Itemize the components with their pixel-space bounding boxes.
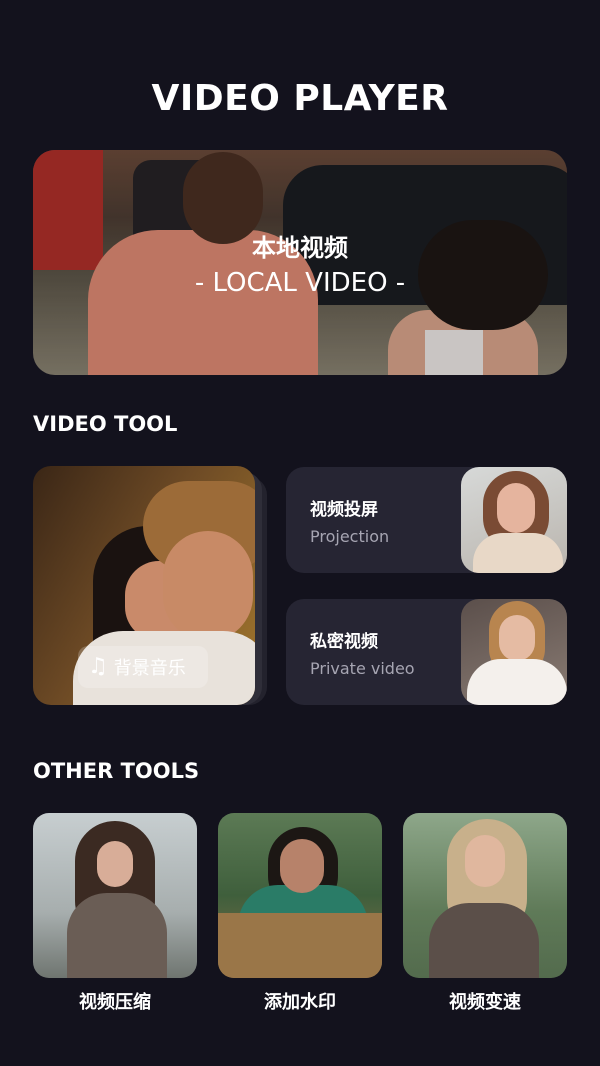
video-speed-label[interactable]: 视频变速: [403, 988, 567, 1014]
local-video-title-cn: 本地视频: [252, 234, 348, 262]
projection-photo-body: [473, 533, 563, 573]
watermark-photo-fence: [218, 913, 382, 978]
app-title: VIDEO PLAYER: [151, 78, 449, 119]
add-watermark-label[interactable]: 添加水印: [218, 988, 382, 1014]
background-music-card[interactable]: ♫ 背景音乐: [33, 466, 255, 705]
video-speed-tile[interactable]: [403, 813, 567, 978]
add-watermark-tile[interactable]: [218, 813, 382, 978]
private-photo-face: [499, 615, 535, 661]
speed-photo-body: [429, 903, 539, 978]
video-compress-label[interactable]: 视频压缩: [33, 988, 197, 1014]
private-video-title: 私密视频: [310, 632, 378, 652]
local-video-banner[interactable]: 本地视频 - LOCAL VIDEO -: [33, 150, 567, 375]
compress-photo-coat: [67, 893, 167, 978]
music-note-icon: ♫: [88, 654, 108, 679]
speed-photo-face: [465, 835, 505, 887]
projection-thumbnail: [461, 467, 567, 573]
compress-photo-face: [97, 841, 133, 887]
private-video-thumbnail: [461, 599, 567, 705]
private-video-subtitle: Private video: [310, 659, 415, 678]
background-music-chip[interactable]: ♫ 背景音乐: [78, 646, 208, 688]
local-video-title-en: - LOCAL VIDEO -: [194, 268, 406, 298]
private-video-card[interactable]: 私密视频 Private video: [286, 599, 567, 705]
video-compress-tile[interactable]: [33, 813, 197, 978]
projection-title: 视频投屏: [310, 500, 378, 520]
private-photo-body: [467, 659, 567, 705]
projection-card[interactable]: 视频投屏 Projection: [286, 467, 567, 573]
background-music-label: 背景音乐: [113, 658, 186, 679]
video-tool-heading: VIDEO TOOL: [33, 412, 178, 436]
projection-photo-face: [497, 483, 535, 533]
other-tools-heading: OTHER TOOLS: [33, 759, 200, 783]
bgm-photo-man-face: [163, 531, 253, 641]
watermark-photo-face: [280, 839, 324, 893]
projection-subtitle: Projection: [310, 527, 390, 546]
